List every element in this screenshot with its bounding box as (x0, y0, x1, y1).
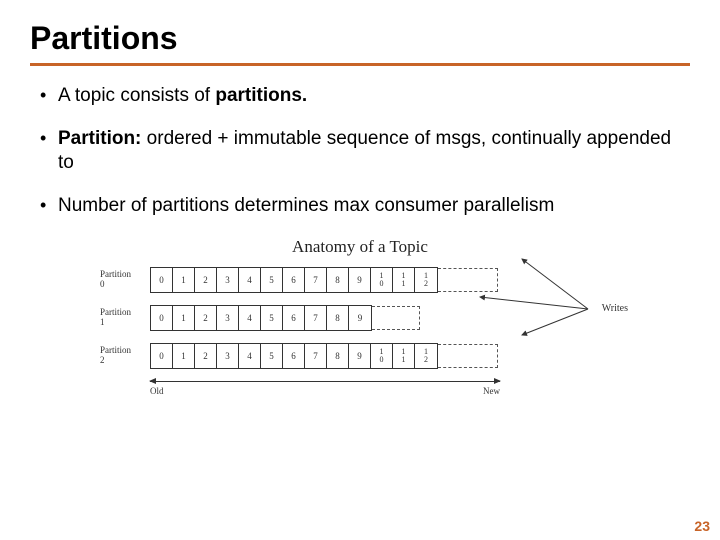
writes-label: Writes (602, 303, 628, 314)
offset-cell: 10 (371, 344, 393, 368)
partition-cells: 0123456789 (150, 305, 372, 331)
partition-label: Partition1 (100, 308, 150, 328)
timeline-arrow (150, 381, 500, 382)
append-region (438, 344, 498, 368)
offset-cell: 11 (393, 268, 415, 292)
partition-cells: 0123456789101112 (150, 267, 438, 293)
new-label: New (483, 386, 500, 396)
offset-cell: 5 (261, 268, 283, 292)
offset-cell: 6 (283, 306, 305, 330)
diagram-title: Anatomy of a Topic (100, 237, 620, 257)
bullet-bold: Partition: (58, 128, 141, 149)
offset-cell: 3 (217, 268, 239, 292)
page-number: 23 (694, 518, 710, 534)
bullet-list: A topic consists of partitions. Partitio… (30, 84, 690, 219)
bullet-text: ordered + immutable sequence of msgs, co… (58, 128, 671, 174)
offset-cell: 12 (415, 344, 437, 368)
offset-cell: 11 (393, 344, 415, 368)
bullet-item: Partition: ordered + immutable sequence … (30, 127, 690, 176)
bullet-item: Number of partitions determines max cons… (30, 194, 690, 219)
offset-cell: 0 (151, 268, 173, 292)
offset-cell: 1 (173, 306, 195, 330)
offset-cell: 2 (195, 268, 217, 292)
offset-cell: 2 (195, 306, 217, 330)
offset-cell: 5 (261, 306, 283, 330)
offset-cell: 0 (151, 306, 173, 330)
offset-cell: 9 (349, 344, 371, 368)
bullet-text: A topic consists of (58, 85, 215, 106)
offset-cell: 6 (283, 344, 305, 368)
offset-cell: 6 (283, 268, 305, 292)
partition-label: Partition2 (100, 346, 150, 366)
offset-cell: 3 (217, 344, 239, 368)
offset-cell: 8 (327, 344, 349, 368)
partition-row: Partition10123456789 (100, 305, 620, 331)
offset-cell: 7 (305, 268, 327, 292)
offset-cell: 12 (415, 268, 437, 292)
offset-cell: 9 (349, 268, 371, 292)
offset-cell: 4 (239, 344, 261, 368)
offset-cell: 7 (305, 306, 327, 330)
append-region (438, 268, 498, 292)
offset-cell: 1 (173, 344, 195, 368)
offset-cell: 3 (217, 306, 239, 330)
partition-row: Partition20123456789101112 (100, 343, 620, 369)
bullet-text: Number of partitions determines max cons… (58, 195, 554, 216)
title-rule (30, 63, 690, 66)
offset-cell: 7 (305, 344, 327, 368)
bullet-bold: partitions. (215, 85, 307, 106)
partition-row: Partition00123456789101112 (100, 267, 620, 293)
timeline-labels: Old New (150, 386, 500, 396)
offset-cell: 1 (173, 268, 195, 292)
bullet-item: A topic consists of partitions. (30, 84, 690, 109)
partitions-container: Partition00123456789101112Partition10123… (100, 267, 620, 369)
partition-label: Partition0 (100, 270, 150, 290)
offset-cell: 5 (261, 344, 283, 368)
offset-cell: 2 (195, 344, 217, 368)
slide-title: Partitions (30, 20, 690, 57)
offset-cell: 8 (327, 268, 349, 292)
append-region (372, 306, 420, 330)
offset-cell: 8 (327, 306, 349, 330)
topic-diagram: Anatomy of a Topic Partition001234567891… (100, 237, 620, 396)
offset-cell: 9 (349, 306, 371, 330)
partition-cells: 0123456789101112 (150, 343, 438, 369)
offset-cell: 10 (371, 268, 393, 292)
offset-cell: 0 (151, 344, 173, 368)
offset-cell: 4 (239, 268, 261, 292)
old-label: Old (150, 386, 164, 396)
offset-cell: 4 (239, 306, 261, 330)
